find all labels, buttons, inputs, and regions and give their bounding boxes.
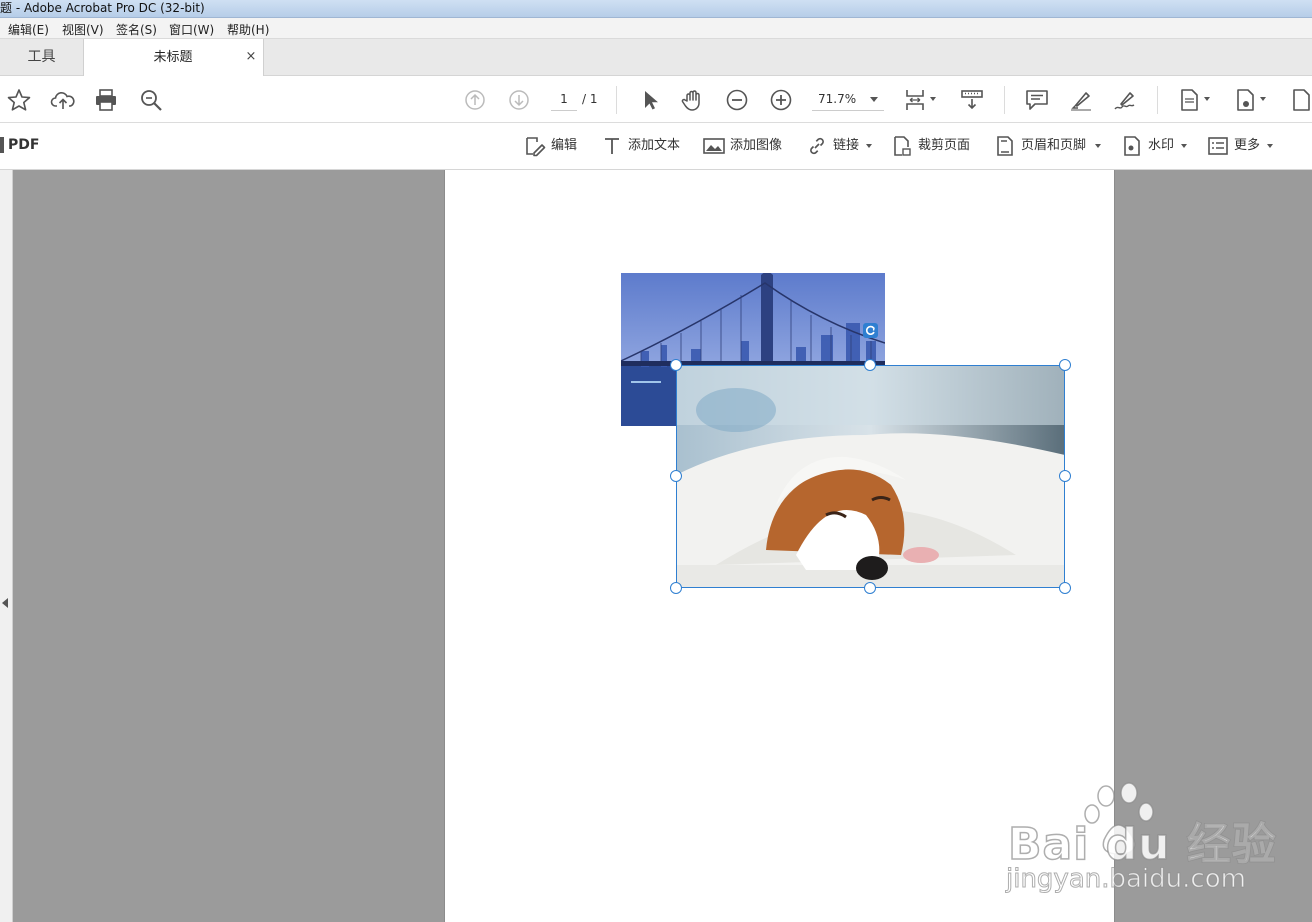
crop-page-icon (894, 136, 911, 156)
print-icon[interactable] (93, 87, 119, 113)
main-toolbar: 1 / 1 71.7% (0, 76, 1312, 123)
link-button-label: 链接 (833, 138, 860, 153)
hand-tool-icon[interactable] (680, 87, 706, 113)
tab-document-label: 未标题 (153, 50, 193, 65)
link-icon (810, 137, 824, 155)
edit-button-label: 编辑 (551, 138, 578, 153)
add-image-button-label: 添加图像 (730, 138, 783, 153)
add-text-button-label: 添加文本 (628, 138, 681, 153)
zoom-level-value: 71.7% (818, 92, 857, 106)
toolbar-divider (1004, 86, 1005, 114)
add-text-button[interactable]: 添加文本 (600, 134, 688, 158)
header-footer-icon (997, 136, 1013, 156)
window-title: 题 - Adobe Acrobat Pro DC (32-bit) (0, 1, 205, 15)
file-icon[interactable] (1288, 87, 1312, 113)
file-icon[interactable] (1176, 87, 1202, 113)
resize-handle-right[interactable] (1059, 470, 1071, 482)
edit-icon (526, 137, 546, 157)
watermark-button[interactable]: 水印 (1120, 134, 1190, 158)
tab-tools[interactable]: 工具 (0, 39, 84, 76)
chevron-down-icon (1095, 144, 1101, 148)
chevron-down-icon (1267, 144, 1273, 148)
search-zoom-icon[interactable] (138, 87, 164, 113)
close-tab-icon[interactable]: × (244, 49, 258, 65)
tab-bar: 工具 未标题 × (0, 39, 1312, 77)
more-button[interactable]: 更多 (1206, 134, 1276, 158)
link-button[interactable]: 链接 (805, 134, 875, 158)
edit-pdf-title: PDF (8, 137, 40, 153)
toolbar-divider (1157, 86, 1158, 114)
page-down-icon[interactable] (506, 87, 532, 113)
header-footer-button[interactable]: 页眉和页脚 (993, 134, 1105, 158)
edit-pdf-icon (0, 137, 4, 153)
menu-help[interactable]: 帮助(H) (227, 21, 269, 38)
resize-handle-top[interactable] (864, 359, 876, 371)
comment-icon[interactable] (1024, 87, 1050, 113)
resize-handle-top-left[interactable] (670, 359, 682, 371)
chevron-down-icon[interactable] (1204, 97, 1210, 101)
baidu-logo-text: Bai du 经验 (1007, 818, 1277, 871)
menu-sign[interactable]: 签名(S) (116, 21, 157, 38)
highlight-icon[interactable] (1068, 87, 1094, 113)
add-image-icon (703, 138, 725, 154)
cloud-upload-icon[interactable] (50, 87, 76, 113)
resize-handle-top-right[interactable] (1059, 359, 1071, 371)
chevron-down-icon (870, 97, 878, 102)
page-total: / 1 (582, 92, 598, 106)
edit-button[interactable]: 编辑 (523, 134, 583, 158)
chevron-left-icon (2, 598, 8, 608)
add-image-button[interactable]: 添加图像 (702, 134, 790, 158)
watermark-button-label: 水印 (1148, 138, 1175, 153)
resize-handle-bottom-right[interactable] (1059, 582, 1071, 594)
image-selection-box (676, 365, 1065, 588)
page-number-input[interactable]: 1 (551, 89, 577, 111)
baidu-url-text: jingyan.baidu.com (1006, 864, 1247, 895)
tab-document[interactable]: 未标题 × (84, 39, 264, 77)
left-panel-toggle[interactable] (0, 170, 13, 922)
window-title-bar: 题 - Adobe Acrobat Pro DC (32-bit) (0, 0, 1312, 18)
page-up-icon[interactable] (462, 87, 488, 113)
edit-pdf-toolbar: PDF 编辑 添加文本 添加图像 链接 裁剪页面 页眉和页脚 水印 更多 (0, 123, 1312, 170)
zoom-in-icon[interactable] (768, 87, 794, 113)
crop-page-button[interactable]: 裁剪页面 (890, 134, 978, 158)
chevron-down-icon (1181, 144, 1187, 148)
select-cursor-icon[interactable] (637, 87, 663, 113)
watermark-icon (1124, 136, 1140, 156)
header-footer-button-label: 页眉和页脚 (1021, 138, 1087, 153)
toolbar-divider (616, 86, 617, 114)
more-icon (1208, 137, 1228, 155)
sign-icon[interactable] (1112, 87, 1138, 113)
zoom-out-icon[interactable] (724, 87, 750, 113)
menu-window[interactable]: 窗口(W) (169, 21, 214, 38)
star-icon[interactable] (6, 87, 32, 113)
resize-handle-left[interactable] (670, 470, 682, 482)
add-text-icon (605, 138, 619, 154)
menu-bar: 编辑(E) 视图(V) 签名(S) 窗口(W) 帮助(H) (0, 18, 1312, 39)
resize-handle-bottom-left[interactable] (670, 582, 682, 594)
baidu-watermark: Bai du 经验 jingyan.baidu.com (1000, 780, 1300, 900)
menu-edit[interactable]: 编辑(E) (8, 21, 49, 38)
page-fit-icon[interactable] (902, 87, 928, 113)
zoom-level-dropdown[interactable]: 71.7% (812, 89, 884, 111)
more-button-label: 更多 (1234, 138, 1261, 153)
chevron-down-icon[interactable] (1260, 97, 1266, 101)
chevron-down-icon[interactable] (930, 97, 936, 101)
crop-page-button-label: 裁剪页面 (918, 138, 971, 153)
file-settings-icon[interactable] (1232, 87, 1258, 113)
rotate-handle-icon[interactable] (863, 323, 878, 338)
scroll-mode-icon[interactable] (959, 87, 985, 113)
chevron-down-icon (866, 144, 872, 148)
menu-view[interactable]: 视图(V) (62, 21, 104, 38)
resize-handle-bottom[interactable] (864, 582, 876, 594)
